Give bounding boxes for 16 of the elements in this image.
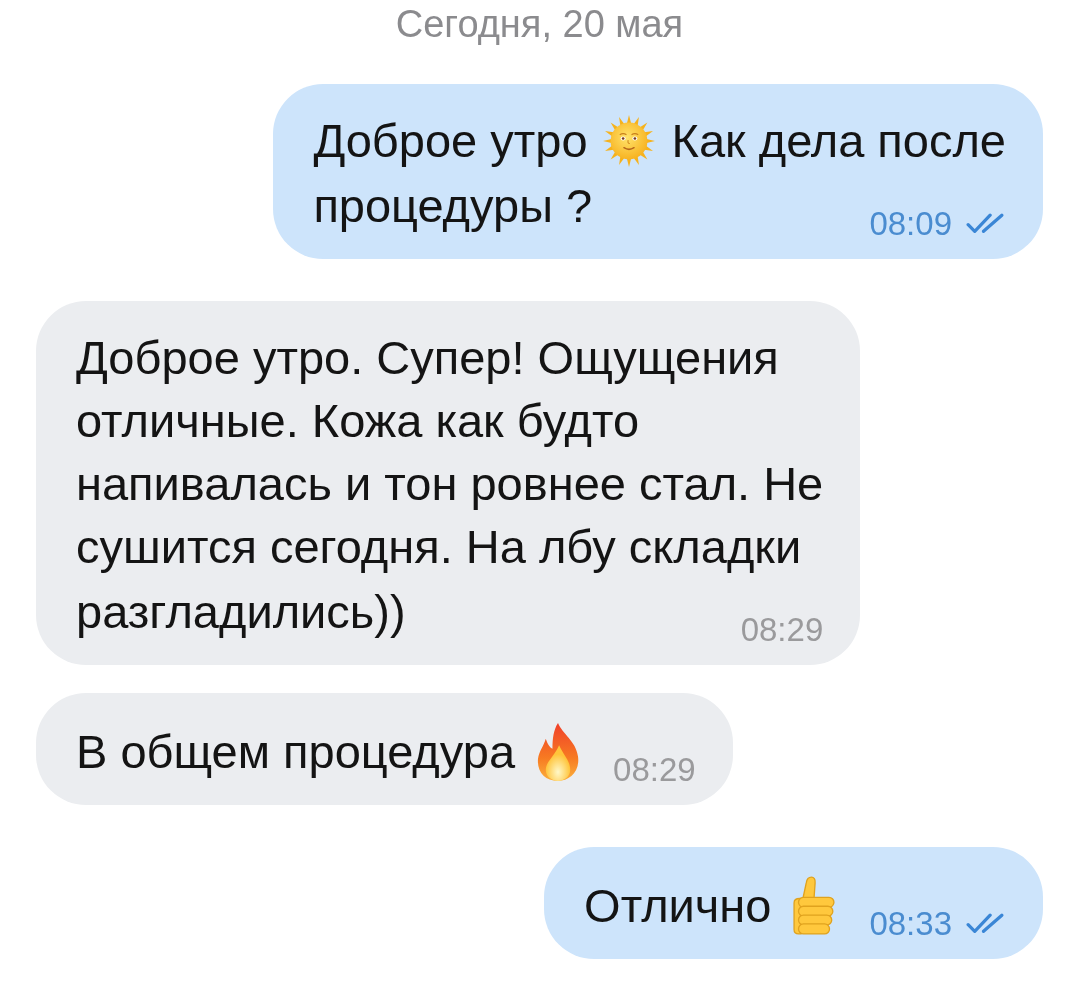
message-text: В общем процедура <box>76 724 516 780</box>
message-time: 08:09 <box>869 209 952 239</box>
message-time: 08:33 <box>869 909 952 939</box>
message-text: напивалась и тон ровнее стал. Не <box>76 456 824 512</box>
message-text: Как дела после <box>671 113 1006 169</box>
message-text: процедуры ? <box>313 178 593 234</box>
message-text: Доброе утро. Супер! Ощущения <box>76 330 779 386</box>
message-text: Отлично <box>584 878 772 934</box>
message-time: 08:29 <box>613 755 696 785</box>
message-text: разгладились)) <box>76 584 406 640</box>
sun-face-icon <box>602 114 655 167</box>
message-text: отличные. Кожа как будто <box>76 393 640 449</box>
message-text: сушится сегодня. На лбу складки <box>76 519 802 575</box>
message-time: 08:29 <box>740 615 824 645</box>
message-text: Доброе утро <box>313 113 588 169</box>
date-header: Сегодня, 20 мая <box>395 3 684 45</box>
